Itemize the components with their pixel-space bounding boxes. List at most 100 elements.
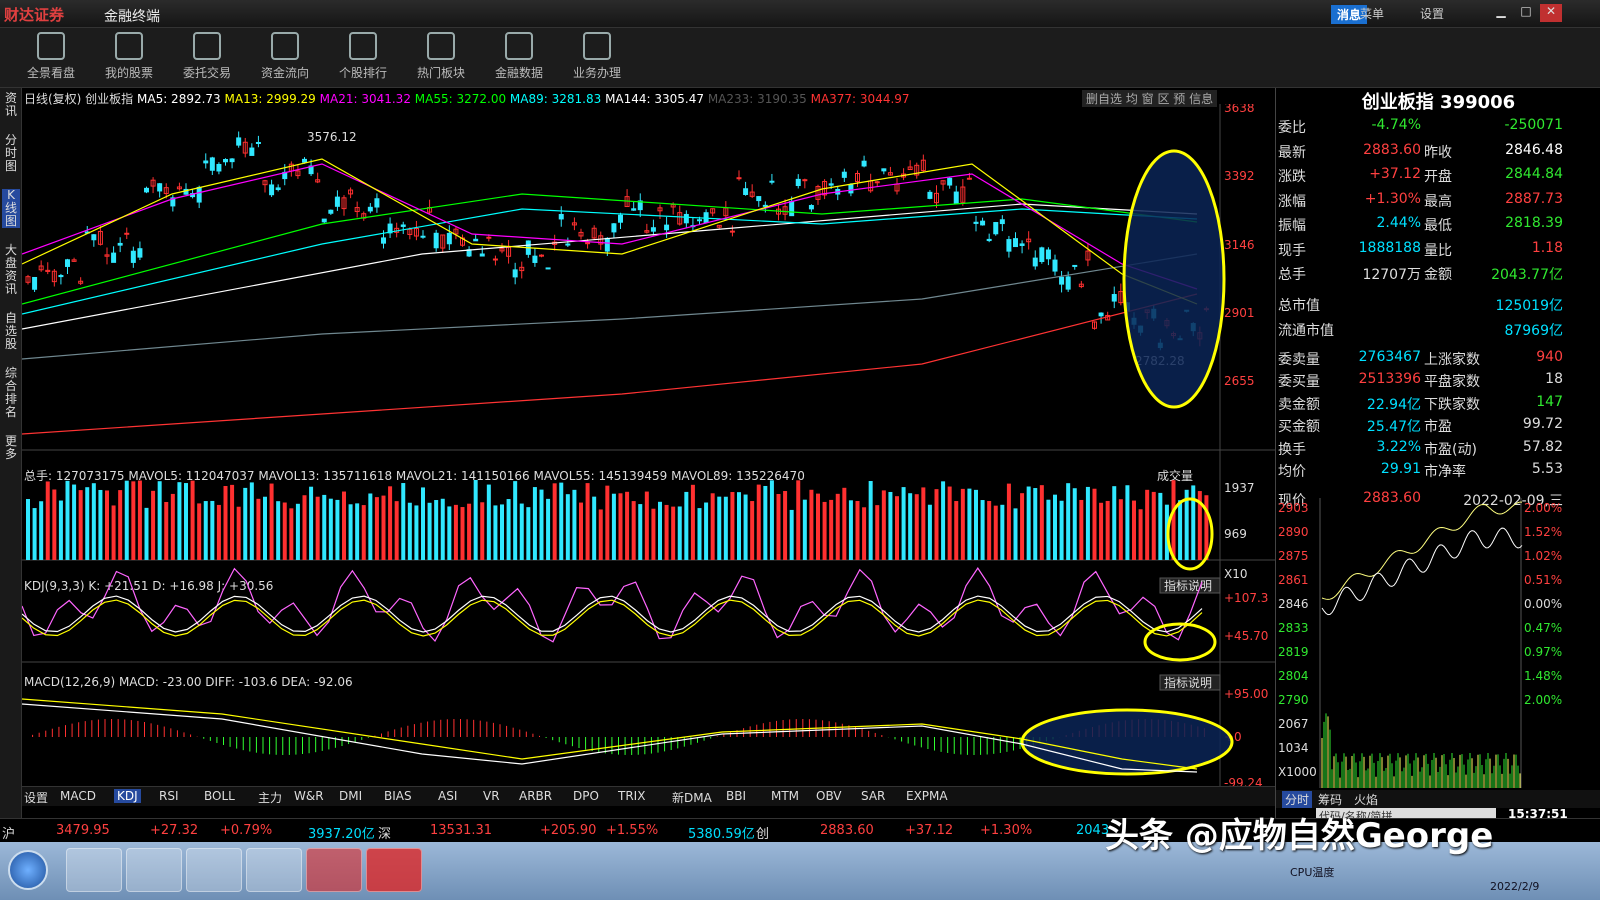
indicator-tab[interactable]: BOLL [204,789,235,803]
taskbar-folder-icon[interactable] [186,848,242,892]
volume-bar [1000,504,1005,560]
left-tab[interactable]: 更多 [2,435,20,461]
toolbar-item[interactable]: 资金流向 [248,32,322,81]
indicator-tab[interactable]: ARBR [519,789,552,803]
indicator-tab[interactable]: TRIX [618,789,645,803]
candle-body [841,171,847,178]
kline-chart-area[interactable]: 日线(复权) 创业板指 MA5: 2892.73 MA13: 2999.29 M… [22,88,1275,818]
volume-bar [355,503,360,560]
volume-bar [532,487,537,560]
volume-bar [822,501,827,560]
minimize-icon[interactable]: ▁ [1490,4,1512,22]
quote-cell: 流通市值 [1278,322,1334,339]
volume-bar [1066,483,1071,560]
left-tab[interactable]: 自选股 [2,312,20,351]
toolbar-item[interactable]: 我的股票 [92,32,166,81]
indicator-tab[interactable]: RSI [159,789,179,803]
quote-cell: 委卖量 [1278,351,1320,368]
taskbar-app-icon[interactable] [66,848,122,892]
volume-bar [170,493,175,560]
volume-bar [52,489,57,560]
candle-body [124,232,130,235]
indicator-tab[interactable]: 设置 [24,789,48,806]
quote-cell: 57.82 [1522,438,1563,455]
left-tab[interactable]: 分时图 [2,134,20,173]
indicator-tab[interactable]: W&R [294,789,324,803]
toolbar-item[interactable]: 全景看盘 [14,32,88,81]
cpu-temp-label: CPU温度 [1290,866,1335,879]
left-tab[interactable]: 大盘资讯 [2,244,20,296]
status-value: 3937.20亿 [308,827,375,842]
taskbar-browser-icon[interactable] [126,848,182,892]
volume-bar [572,489,577,560]
mini-tab[interactable]: 分时 [1282,791,1313,808]
left-tab[interactable]: K线图 [2,189,20,228]
quote-row: 涨幅 +1.30% 最高 2887.73 [1276,188,1600,212]
menu-button[interactable]: 菜单 [1360,5,1384,22]
volume-bar [1099,502,1104,560]
volume-bar [539,489,544,560]
indicator-tab[interactable]: 主力 [258,789,282,806]
taskbar-clock: 2022/2/9 [1490,880,1540,893]
volume-bar [335,499,340,560]
indicator-tab[interactable]: EXPMA [906,789,948,803]
candle-body [1065,276,1071,290]
volume-bar [394,501,399,560]
volume-bar [658,501,662,560]
taskbar-trading-active-icon[interactable] [366,848,422,892]
taskbar-refresh-icon[interactable] [246,848,302,892]
volume-bar [651,508,656,560]
indicator-tab[interactable]: 新DMA [672,789,712,806]
toolbar-item[interactable]: 金融数据 [482,32,556,81]
candle-body [492,258,498,261]
candle-body [157,183,163,192]
mini-tab[interactable]: 火焰 [1354,791,1378,808]
index-title: 创业板指 399006 [1361,92,1516,113]
indicator-tab[interactable]: MTM [771,789,799,803]
volume-bar [1053,494,1057,560]
intraday-mini-chart: 2903 2890 2875 2861 2846 2833 2819 2804 2790 2067… [1278,498,1562,788]
volume-bar [1059,500,1064,560]
maximize-icon[interactable]: □ [1515,4,1537,22]
left-tab[interactable]: 资讯 [2,92,20,118]
indicator-tab[interactable]: DMI [339,789,362,803]
mini-tab[interactable]: 筹码 [1318,791,1342,808]
volume-bar [960,488,965,560]
indicator-tab[interactable]: VR [483,789,500,803]
volume-bar [223,486,228,560]
quote-cell: 均价 [1278,464,1306,480]
charts-svg: 363833923146290126553576.122782.28总手: 12… [22,104,1275,802]
settings-button[interactable]: 设置 [1420,5,1444,22]
volume-bar [559,482,564,560]
left-tab[interactable]: 综合排名 [2,367,20,419]
quote-cell: 总手 [1278,267,1306,283]
highlight-ellipse [1122,149,1226,409]
indicator-tab[interactable]: KDJ [114,789,141,803]
volume-bar [684,491,689,560]
start-button[interactable] [8,850,48,890]
indicator-tab[interactable]: SAR [861,789,885,803]
volume-bar [776,493,781,560]
close-icon[interactable]: ✕ [1540,4,1562,22]
volume-bar [203,501,208,560]
indicator-tab[interactable]: BBI [726,789,746,803]
volume-bar [816,493,820,560]
indicator-tab[interactable]: ASI [438,789,457,803]
volume-bar [58,500,63,560]
indicator-tab[interactable]: BIAS [384,789,412,803]
volume-bar [322,494,327,560]
indicator-tab[interactable]: MACD [60,789,96,803]
indicator-tab[interactable]: DPO [573,789,599,803]
candle-body [650,227,656,232]
toolbar-item[interactable]: 委托交易 [170,32,244,81]
taskbar-trading-icon[interactable] [306,848,362,892]
kdj-help-label: 指标说明 [1164,578,1212,593]
toolbar-item[interactable]: 业务办理 [560,32,634,81]
toolbar-item[interactable]: 热门板块 [404,32,478,81]
toolbar-item[interactable]: 个股排行 [326,32,400,81]
candle-body [736,177,742,180]
candle-body [1045,249,1051,260]
indicator-tab[interactable]: OBV [816,789,842,803]
volume-bar [704,502,709,560]
volume-bar [947,486,952,560]
